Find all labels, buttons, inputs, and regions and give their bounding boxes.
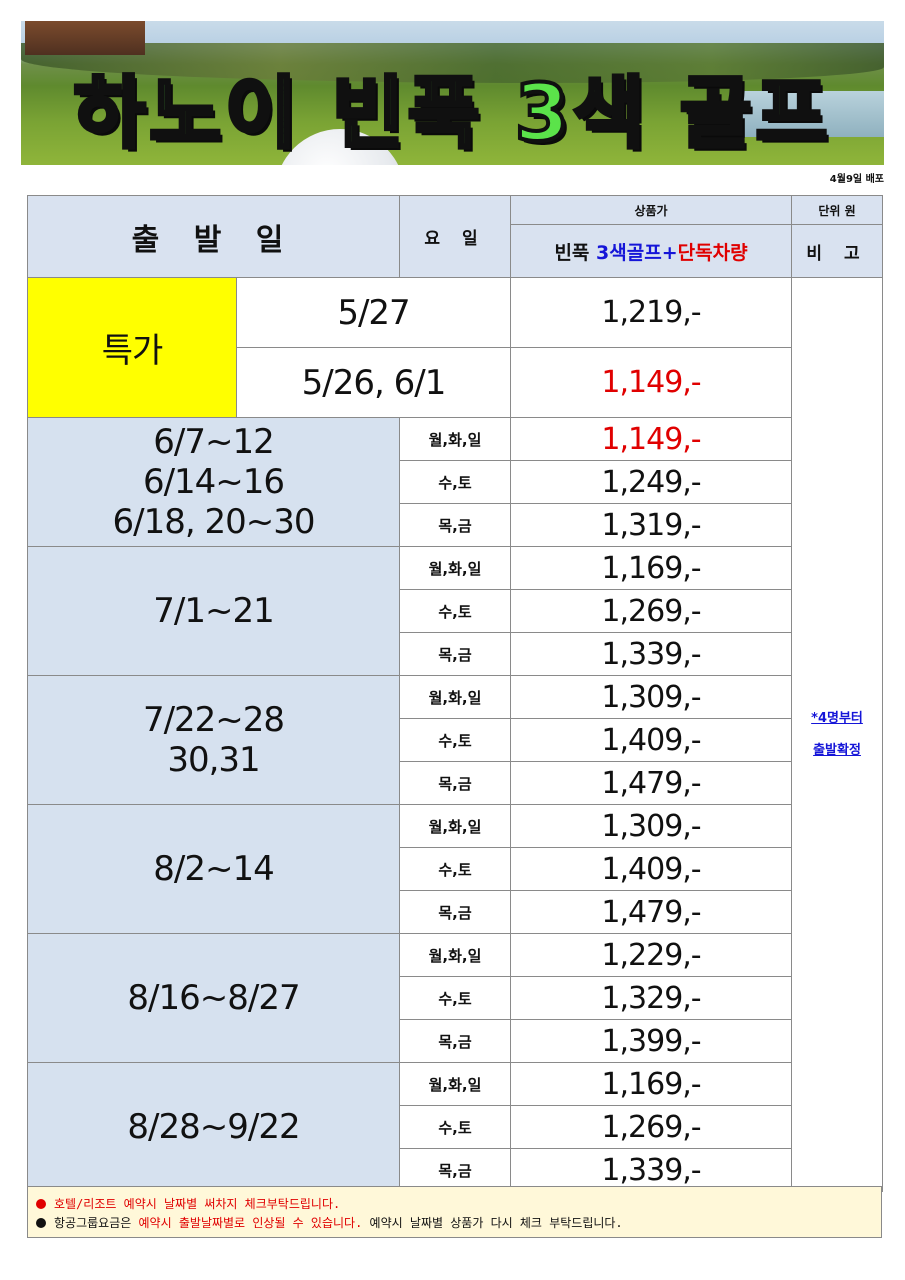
departure-date-cell: 8/16~8/27 — [26, 933, 401, 1063]
footer-line-2-warning: 예약시 출발날짜별로 인상될 수 있습니다. — [138, 1216, 363, 1230]
price-cell: 1,479,- — [510, 761, 793, 805]
banner-building — [25, 21, 145, 55]
departure-date: 8/16~8/27 — [127, 978, 300, 1018]
product-prefix: 빈푹 — [554, 241, 590, 264]
red-bullet-icon — [36, 1199, 46, 1209]
special-date: 5/26, 6/1 — [235, 347, 512, 418]
special-price: 1,219,- — [510, 277, 793, 348]
weekday-cell: 목,금 — [399, 503, 512, 547]
price-cell: 1,319,- — [510, 503, 793, 547]
footer-line-2-end: 예약시 날짜별 상품가 다시 체크 부탁드립니다. — [362, 1216, 623, 1230]
header-remarks: 비 고 — [791, 224, 884, 278]
price-cell: 1,149,- — [510, 417, 793, 461]
footer-line-1-text: 호텔/리조트 예약시 날짜별 써차지 체크부탁드립니다. — [54, 1197, 341, 1211]
header-weekday: 요 일 — [399, 195, 512, 278]
price-cell: 1,399,- — [510, 1019, 793, 1063]
price-cell: 1,249,- — [510, 460, 793, 504]
departure-date-cell: 8/2~14 — [26, 804, 401, 934]
footer-line-2-start: 항공그룹요금은 — [54, 1216, 139, 1230]
departure-date: 6/14~16 — [142, 462, 285, 502]
special-price: 1,149,- — [510, 347, 793, 418]
departure-date-cell: 7/1~21 — [26, 546, 401, 676]
remarks-cell: *4명부터출발확정 — [791, 277, 884, 1192]
departure-date: 6/18, 20~30 — [112, 502, 316, 542]
product-golf: 3색골프+ — [596, 241, 678, 264]
weekday-cell: 수,토 — [399, 847, 512, 891]
weekday-cell: 목,금 — [399, 632, 512, 676]
header-product: 빈푹 3색골프+단독차량 — [510, 224, 793, 278]
departure-date: 8/2~14 — [153, 849, 274, 889]
departure-date-cell: 6/7~12 6/14~16 6/18, 20~30 — [26, 417, 401, 547]
weekday-cell: 목,금 — [399, 761, 512, 805]
weekday-cell: 월,화,일 — [399, 417, 512, 461]
footer-notes: 호텔/리조트 예약시 날짜별 써차지 체크부탁드립니다. 항공그룹요금은 예약시… — [27, 1186, 882, 1238]
departure-date: 7/1~21 — [153, 591, 274, 631]
price-cell: 1,169,- — [510, 546, 793, 590]
weekday-cell: 월,화,일 — [399, 1062, 512, 1106]
departure-date-cell: 8/28~9/22 — [26, 1062, 401, 1192]
weekday-cell: 목,금 — [399, 890, 512, 934]
footer-line-1: 호텔/리조트 예약시 날짜별 써차지 체크부탁드립니다. — [36, 1195, 340, 1212]
weekday-cell: 월,화,일 — [399, 804, 512, 848]
price-cell: 1,339,- — [510, 632, 793, 676]
price-cell: 1,229,- — [510, 933, 793, 977]
price-cell: 1,329,- — [510, 976, 793, 1020]
price-cell: 1,269,- — [510, 1105, 793, 1149]
price-cell: 1,169,- — [510, 1062, 793, 1106]
weekday-cell: 수,토 — [399, 718, 512, 762]
weekday-cell: 월,화,일 — [399, 546, 512, 590]
price-cell: 1,269,- — [510, 589, 793, 633]
departure-date: 6/7~12 — [153, 422, 274, 462]
departure-date: 30,31 — [167, 740, 260, 780]
weekday-cell: 목,금 — [399, 1019, 512, 1063]
black-bullet-icon — [36, 1218, 46, 1228]
footer-line-2: 항공그룹요금은 예약시 출발날짜별로 인상될 수 있습니다. 예약시 날짜별 상… — [36, 1214, 623, 1231]
departure-date-cell: 7/22~28 30,31 — [26, 675, 401, 805]
header-price-label: 상품가 — [510, 195, 793, 225]
special-date: 5/27 — [235, 277, 512, 348]
header-departure: 출 발 일 — [26, 195, 401, 278]
price-cell: 1,409,- — [510, 847, 793, 891]
banner: 하노이 빈푹 3색 골프 — [21, 21, 884, 165]
header-unit: 단위 원 — [791, 195, 884, 225]
special-label: 특가 — [27, 277, 237, 418]
weekday-cell: 수,토 — [399, 589, 512, 633]
departure-date: 7/22~28 — [142, 700, 285, 740]
price-table: 출 발 일요 일 상품가 단위 원 빈푹 3색골프+단독차량 비 고 특가 5/27 1,21… — [26, 195, 884, 1192]
remarks-note-line: *4명부터 — [811, 710, 863, 726]
product-vehicle: 단독차량 — [677, 241, 748, 264]
weekday-cell: 수,토 — [399, 460, 512, 504]
banner-title: 하노이 빈푹 3색 골프 — [72, 67, 832, 161]
weekday-cell: 월,화,일 — [399, 675, 512, 719]
price-cell: 1,409,- — [510, 718, 793, 762]
price-cell: 1,309,- — [510, 804, 793, 848]
release-date: 4월9일 배포 — [829, 174, 884, 185]
price-cell: 1,309,- — [510, 675, 793, 719]
weekday-cell: 수,토 — [399, 976, 512, 1020]
price-cell: 1,479,- — [510, 890, 793, 934]
weekday-cell: 월,화,일 — [399, 933, 512, 977]
departure-date: 8/28~9/22 — [127, 1107, 300, 1147]
remarks-note-line: 출발확정 — [813, 742, 861, 758]
weekday-cell: 수,토 — [399, 1105, 512, 1149]
